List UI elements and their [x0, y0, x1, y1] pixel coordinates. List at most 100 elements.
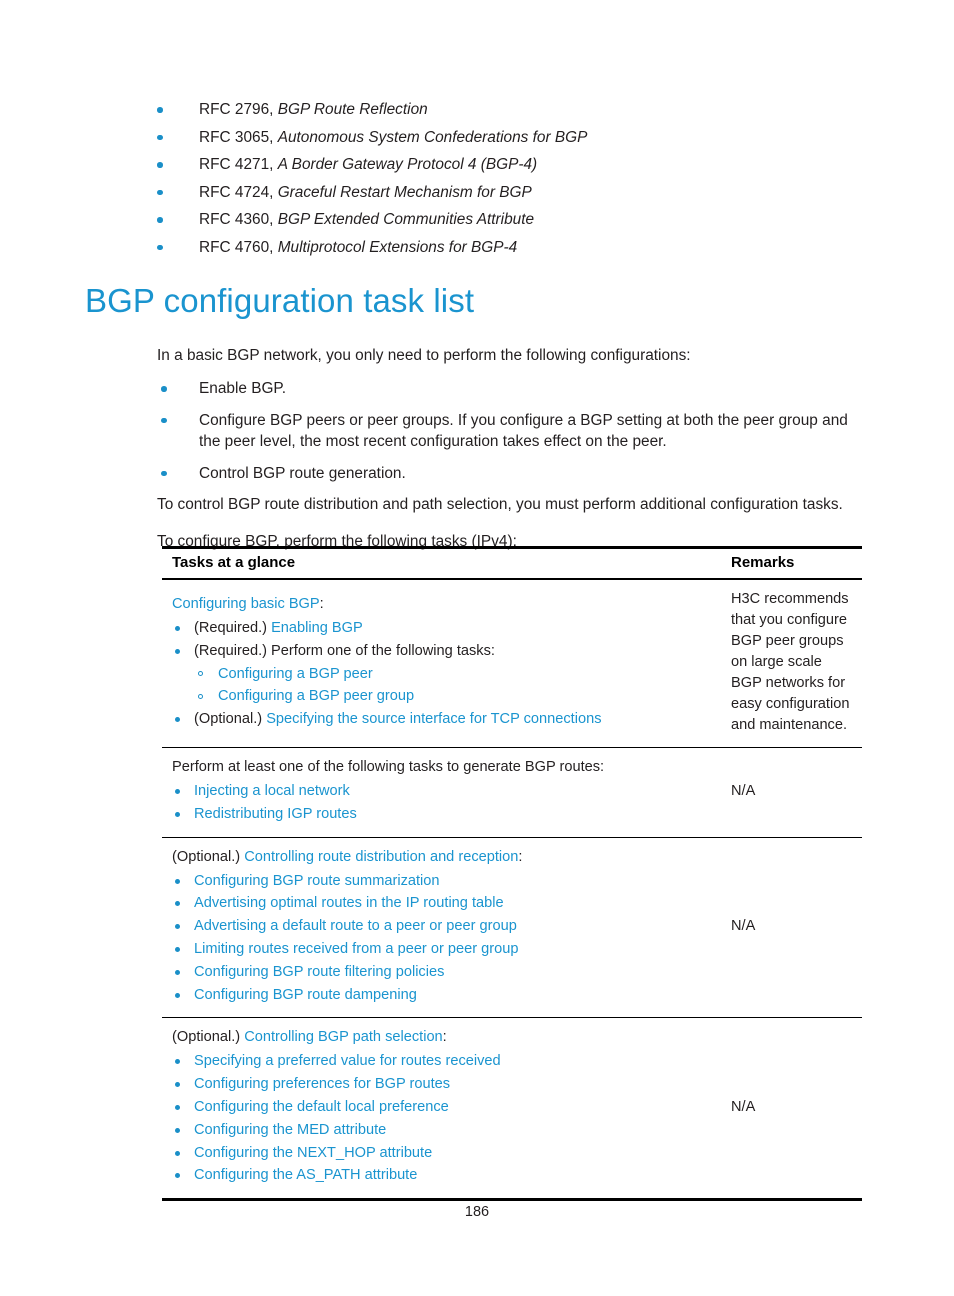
table-cell-remarks: N/A: [731, 1098, 756, 1115]
task-item-link[interactable]: Redistributing IGP routes: [194, 806, 357, 822]
task-item-link[interactable]: Configuring BGP route filtering policies: [194, 964, 444, 980]
task-list-item: Redistributing IGP routes: [172, 803, 694, 826]
table-header-row: Tasks at a glance Remarks: [162, 549, 862, 580]
table-cell-tasks: Configuring basic BGP: (Required.) Enabli…: [162, 585, 702, 742]
task-item-link[interactable]: Configuring BGP route dampening: [194, 987, 417, 1003]
task-item-link[interactable]: Injecting a local network: [194, 783, 350, 799]
task-list-item: Configuring preferences for BGP routes: [172, 1073, 694, 1096]
row-lead-plain: Perform at least one of the following ta…: [172, 759, 605, 775]
rfc-number: RFC 4724,: [199, 183, 278, 201]
rfc-title: Autonomous System Confederations for BGP: [277, 128, 588, 146]
task-item-link[interactable]: Enabling BGP: [271, 620, 363, 636]
tasks-at-a-glance-table: Tasks at a glance Remarks Configuring ba…: [162, 546, 862, 1202]
rfc-number: RFC 2796,: [199, 101, 278, 118]
rfc-title: Graceful Restart Mechanism for BGP: [277, 183, 532, 201]
table-row: Perform at least one of the following ta…: [162, 748, 862, 838]
table-cell-remarks: N/A: [731, 917, 756, 934]
task-list-item: (Optional.) Specifying the source interf…: [172, 708, 694, 731]
document-page: RFC 2796, BGP Route Reflection RFC 3065, …: [0, 0, 954, 1296]
task-list-item: (Required.) Enabling BGP: [172, 617, 694, 640]
task-list-item: Configuring BGP route summarization: [172, 870, 694, 893]
table-cell-tasks: (Optional.) Controlling BGP path selecti…: [162, 1018, 702, 1198]
table-body: Configuring basic BGP: (Required.) Enabli…: [162, 580, 862, 1198]
rfc-list-item: RFC 2796, BGP Route Reflection: [157, 96, 877, 124]
table-row: (Optional.) Controlling BGP path selecti…: [162, 1018, 862, 1198]
row-task-list: (Required.) Enabling BGP (Required.) Perf…: [172, 617, 694, 731]
rfc-title: BGP Route Reflection: [277, 101, 428, 118]
table-header-remarks-cell: Remarks: [702, 554, 862, 572]
rfc-list-item: RFC 3065, Autonomous System Confederatio…: [157, 124, 877, 152]
task-list-item: (Required.) Perform one of the following…: [172, 640, 694, 708]
task-list-item: Configuring the default local preference: [172, 1096, 694, 1119]
row-lead-link[interactable]: Configuring basic BGP: [172, 596, 320, 612]
table-cell-tasks: (Optional.) Controlling route distributi…: [162, 838, 702, 1018]
table-cell-remarks: H3C recommends that you configure BGP pe…: [731, 591, 850, 733]
task-list-item: Configuring the NEXT_HOP attribute: [172, 1142, 694, 1165]
rfc-list-item: RFC 4360, BGP Extended Communities Attri…: [157, 206, 877, 234]
rfc-title: Multiprotocol Extensions for BGP-4: [277, 238, 518, 256]
task-list-item: Specifying a preferred value for routes …: [172, 1050, 694, 1073]
intro-bullet-item: Configure BGP peers or peer groups. If y…: [157, 410, 869, 453]
task-item-plain: (Required.) Perform one of the following…: [194, 642, 495, 659]
task-item-link[interactable]: Configuring preferences for BGP routes: [194, 1076, 450, 1092]
intro-bullet-item: Enable BGP.: [157, 378, 869, 400]
task-item-link[interactable]: Configuring BGP route summarization: [194, 873, 440, 889]
page-number: 186: [464, 1204, 490, 1220]
task-list-item: Configuring BGP route dampening: [172, 984, 694, 1007]
task-sub-item-link[interactable]: Configuring a BGP peer group: [194, 685, 694, 708]
intro-tail-1: To control BGP route distribution and pa…: [157, 496, 843, 513]
task-item-link[interactable]: Configuring the default local preference: [194, 1099, 449, 1115]
table-header-tasks-label: Tasks at a glance: [172, 554, 296, 571]
task-list-item: Advertising optimal routes in the IP rou…: [172, 892, 694, 915]
page-title: BGP configuration task list: [85, 282, 475, 319]
task-list-item: Injecting a local network: [172, 780, 694, 803]
task-sub-list: Configuring a BGP peer Configuring a BGP …: [194, 663, 694, 709]
row-lead-text: (Optional.) Controlling route distributi…: [172, 847, 694, 868]
rfc-title: BGP Extended Communities Attribute: [277, 211, 535, 228]
table-header-tasks-cell: Tasks at a glance: [162, 554, 702, 572]
task-list-item: Advertising a default route to a peer or…: [172, 915, 694, 938]
intro-bullet-item: Control BGP route generation.: [157, 463, 869, 485]
row-task-list: Configuring BGP route summarization Adver…: [172, 870, 694, 1007]
row-lead-text: Configuring basic BGP:: [172, 594, 694, 615]
task-list-item: Configuring the AS_PATH attribute: [172, 1164, 694, 1187]
rfc-reference-list: RFC 2796, BGP Route Reflection RFC 3065, …: [157, 96, 877, 261]
row-task-list: Specifying a preferred value for routes …: [172, 1050, 694, 1187]
task-item-link[interactable]: Configuring the AS_PATH attribute: [194, 1167, 417, 1183]
task-item-plain: (Required.): [194, 620, 272, 636]
task-item-link[interactable]: Specifying a preferred value for routes …: [194, 1053, 501, 1069]
task-list-item: Configuring the MED attribute: [172, 1119, 694, 1142]
table-cell-remarks: N/A: [731, 782, 756, 799]
task-item-link[interactable]: Configuring the NEXT_HOP attribute: [194, 1145, 432, 1161]
table-row: (Optional.) Controlling route distributi…: [162, 838, 862, 1019]
row-lead-link[interactable]: Controlling BGP path selection: [244, 1029, 442, 1045]
row-lead-link[interactable]: Controlling route distribution and recep…: [244, 849, 518, 865]
task-list-item: Configuring BGP route filtering policies: [172, 961, 694, 984]
rfc-number: RFC 4360,: [199, 211, 278, 228]
rfc-number: RFC 3065,: [199, 128, 278, 146]
intro-section: In a basic BGP network, you only need to…: [157, 345, 869, 564]
task-list-item: Limiting routes received from a peer or …: [172, 938, 694, 961]
intro-lead: In a basic BGP network, you only need to…: [157, 347, 691, 364]
table-cell-tasks: Perform at least one of the following ta…: [162, 748, 702, 837]
task-item-link[interactable]: Configuring the MED attribute: [194, 1122, 386, 1138]
task-sub-item-link[interactable]: Configuring a BGP peer: [194, 663, 694, 686]
row-task-list: Injecting a local network Redistributing …: [172, 780, 694, 826]
rfc-title: A Border Gateway Protocol 4 (BGP-4): [277, 156, 538, 173]
rfc-number: RFC 4271,: [199, 156, 278, 173]
task-item-link[interactable]: Specifying the source interface for TCP …: [266, 711, 601, 727]
rfc-number: RFC 4760,: [199, 238, 278, 256]
table-header-remarks-label: Remarks: [731, 554, 795, 571]
row-lead-plain: (Optional.): [172, 1029, 245, 1046]
table-row: Configuring basic BGP: (Required.) Enabli…: [162, 580, 862, 748]
row-lead-plain: (Optional.): [172, 848, 245, 865]
row-lead-text: (Optional.) Controlling BGP path selecti…: [172, 1027, 694, 1048]
task-item-link[interactable]: Advertising optimal routes in the IP rou…: [194, 895, 504, 911]
rfc-list-item: RFC 4760, Multiprotocol Extensions for B…: [157, 234, 877, 262]
intro-bullet-list: Enable BGP. Configure BGP peers or peer g…: [157, 378, 869, 484]
task-item-link[interactable]: Advertising a default route to a peer or…: [194, 918, 517, 934]
rfc-list-item: RFC 4724, Graceful Restart Mechanism for…: [157, 179, 877, 207]
row-lead-suffix: :: [442, 1029, 447, 1046]
task-item-link[interactable]: Limiting routes received from a peer or …: [194, 941, 518, 957]
row-lead-suffix: :: [518, 848, 523, 865]
